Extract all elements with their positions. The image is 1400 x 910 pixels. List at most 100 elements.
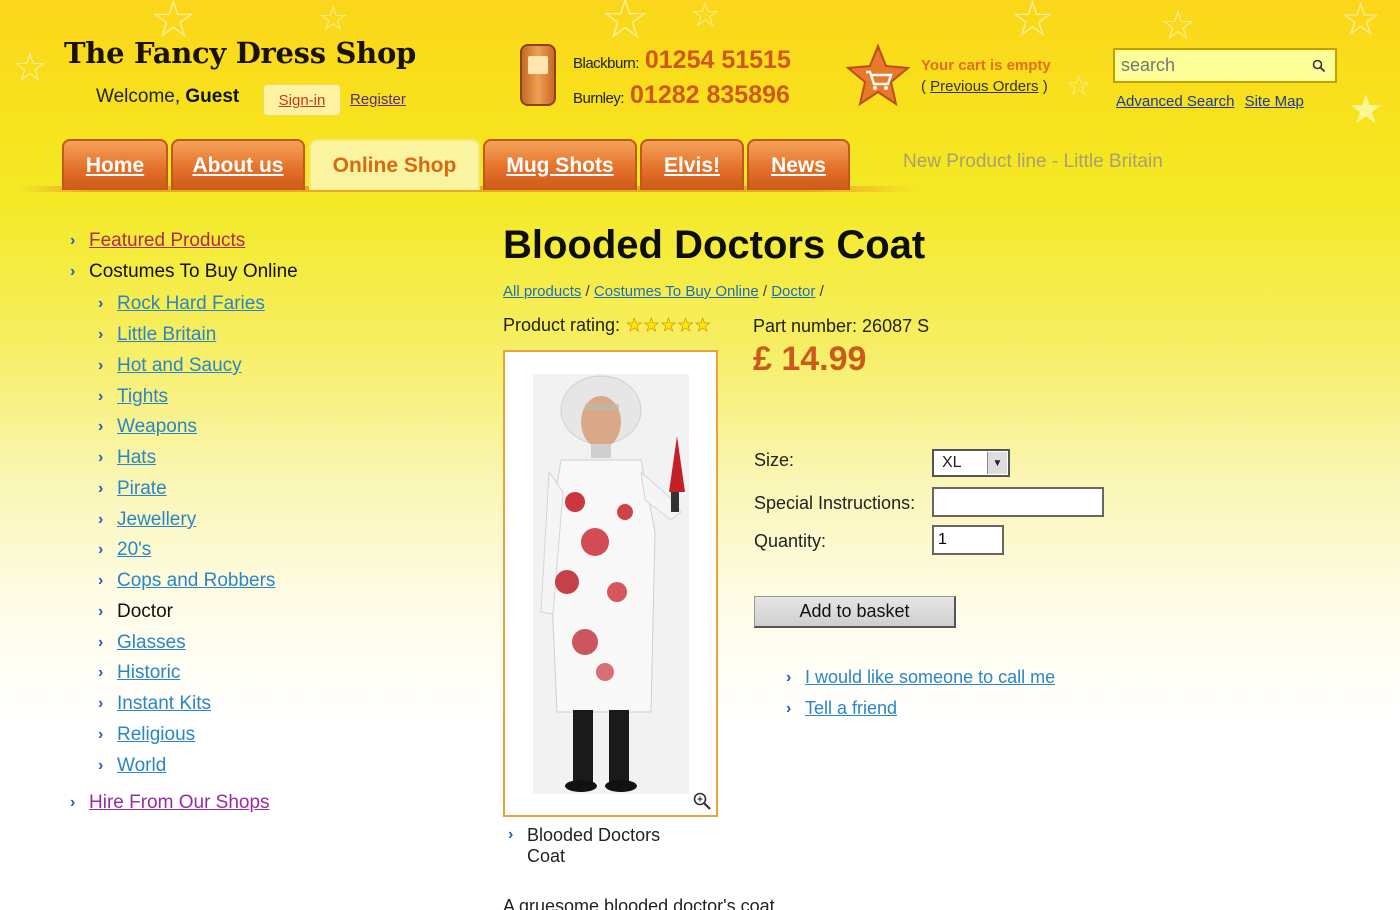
welcome-prefix: Welcome, [96,86,181,107]
tab-elvis[interactable]: Elvis! [640,139,744,190]
welcome-user: Guest [185,86,240,107]
mobile-phone-icon [520,44,556,106]
sidebar-item-hire[interactable]: › Hire From Our Shops [70,792,270,814]
product-image-frame[interactable] [503,350,718,817]
paren-close: ) [1042,78,1048,95]
sidebar-current-item[interactable]: Doctor [117,601,173,623]
tab-home[interactable]: Home [62,139,168,190]
previous-orders-link[interactable]: Previous Orders [930,78,1038,95]
part-number: Part number: 26087 S [753,316,930,336]
zoom-icon[interactable] [692,791,712,811]
sidebar-link[interactable]: Rock Hard Faries [117,293,265,315]
sidebar-item-featured[interactable]: › Featured Products [70,230,245,252]
chevron-down-icon[interactable]: ▼ [987,452,1007,474]
sidebar-link[interactable]: 20's [117,539,151,561]
chevron-right-icon: › [98,726,104,743]
call-me-link[interactable]: I would like someone to call me [805,667,1055,688]
sidebar-item-cops-and-robbers[interactable]: › Cops and Robbers [98,570,275,592]
sidebar-link[interactable]: Religious [117,724,195,746]
rating-label: Product rating: [503,315,621,335]
signin-button[interactable]: Sign-in [263,84,341,116]
sidebar-heading-costumes[interactable]: › Costumes To Buy Online [70,261,298,283]
star-decoration-icon: ☆ [1010,0,1055,48]
previous-orders: ( Previous Orders ) [921,78,1048,95]
sidebar-item-little-britain[interactable]: › Little Britain [98,324,216,346]
promo-ticker: New Product line - Little Britain [903,151,1163,172]
chevron-right-icon: › [786,699,792,717]
star-decoration-icon: ☆ [690,0,721,35]
sidebar-item-hats[interactable]: › Hats [98,447,156,469]
caption-text[interactable]: Blooded Doctors Coat [527,825,677,867]
add-to-basket-button[interactable]: Add to basket [754,596,956,628]
sidebar-costumes-label[interactable]: Costumes To Buy Online [89,261,298,283]
sidebar-item-instant-kits[interactable]: › Instant Kits [98,693,211,715]
product-image[interactable] [505,352,716,815]
blackburn-number: 01254 51515 [644,46,791,74]
tell-friend-link[interactable]: Tell a friend [805,698,897,719]
sidebar-link[interactable]: Little Britain [117,324,216,346]
tell-friend-action[interactable]: › Tell a friend [786,698,897,719]
sidebar-link[interactable]: Historic [117,662,180,684]
sidebar-link[interactable]: World [117,755,166,777]
sidebar-item-rock-hard-faries[interactable]: › Rock Hard Faries [98,293,265,315]
search-input[interactable] [1115,55,1305,76]
chevron-right-icon: › [98,757,104,774]
sidebar-item-religious[interactable]: › Religious [98,724,195,746]
quantity-field[interactable] [932,525,1004,555]
tab-news[interactable]: News [747,139,850,190]
site-logo[interactable]: The Fancy Dress Shop [64,36,416,70]
sidebar-link[interactable]: Cops and Robbers [117,570,275,592]
instructions-field[interactable] [932,487,1104,517]
chevron-right-icon: › [508,826,514,843]
sidebar-item-hot-and-saucy[interactable]: › Hot and Saucy [98,355,242,377]
chevron-right-icon: › [70,232,76,249]
sidebar-item-glasses[interactable]: › Glasses [98,632,186,654]
tab-online-shop[interactable]: Online Shop [309,139,480,190]
chevron-right-icon: › [98,541,104,558]
sidebar-item-world[interactable]: › World [98,755,166,777]
chevron-right-icon: › [70,263,76,280]
sidebar-link[interactable]: Hot and Saucy [117,355,242,377]
star-decoration-icon: ☆ [1066,69,1092,102]
sidebar-item-jewellery[interactable]: › Jewellery [98,509,196,531]
sidebar-link[interactable]: Tights [117,386,168,408]
breadcrumb-costumes[interactable]: Costumes To Buy Online [594,283,759,300]
call-me-action[interactable]: › I would like someone to call me [786,667,1055,688]
blackburn-label: Blackburn: [573,55,639,72]
breadcrumb-doctor[interactable]: Doctor [771,283,815,300]
star-decoration-icon: ☆ [600,0,651,52]
sidebar-item-tights[interactable]: › Tights [98,386,168,408]
sidebar-item-weapons[interactable]: › Weapons [98,416,197,438]
sidebar-link[interactable]: Pirate [117,478,167,500]
chevron-right-icon: › [98,295,104,312]
sidebar-link[interactable]: Instant Kits [117,693,211,715]
search-icon [1312,59,1326,72]
sidebar-item-historic[interactable]: › Historic [98,662,180,684]
sidebar-link[interactable]: Weapons [117,416,197,438]
product-caption[interactable]: › Blooded Doctors Coat [508,825,708,867]
sidebar-featured-link[interactable]: Featured Products [89,230,245,252]
sidebar-link[interactable]: Jewellery [117,509,196,531]
search-box [1113,48,1337,83]
size-select[interactable]: XL ▼ [932,449,1010,477]
tab-about-us[interactable]: About us [171,139,305,190]
sidebar-item-20s[interactable]: › 20's [98,539,151,561]
advanced-search-link[interactable]: Advanced Search [1116,93,1234,110]
breadcrumb-all-products[interactable]: All products [503,283,581,300]
sidebar-link[interactable]: Hats [117,447,156,469]
sidebar-hire-link[interactable]: Hire From Our Shops [89,792,270,814]
breadcrumb-separator: / [819,283,824,300]
star-decoration-icon: ☆ [318,0,349,39]
breadcrumb-separator: / [585,283,590,300]
star-decoration-icon: ☆ [12,45,48,91]
site-map-link[interactable]: Site Map [1245,93,1304,110]
product-price: £ 14.99 [753,340,867,378]
tab-mug-shots[interactable]: Mug Shots [483,139,637,190]
star-decoration-icon: ☆ [1340,0,1382,46]
sidebar-link[interactable]: Glasses [117,632,186,654]
search-button[interactable] [1305,52,1333,80]
sidebar-item-pirate[interactable]: › Pirate [98,478,167,500]
cart-star-icon[interactable] [846,44,910,106]
register-link[interactable]: Register [350,91,406,108]
sidebar-item-doctor[interactable]: › Doctor [98,601,173,623]
